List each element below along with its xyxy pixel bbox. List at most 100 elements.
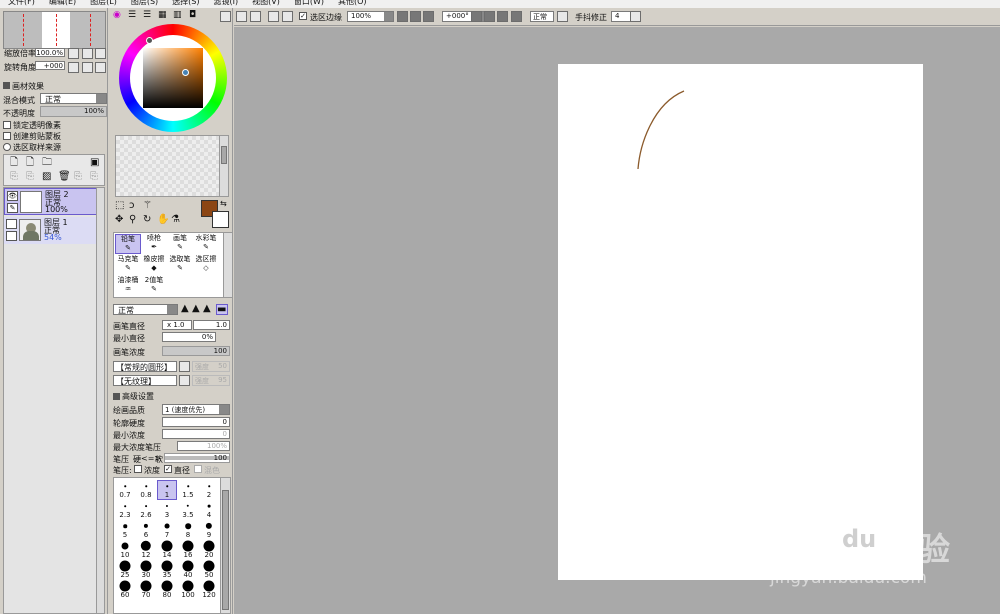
move-icon[interactable]: ✥ bbox=[115, 215, 123, 225]
canvas-blend-select[interactable]: 正常 bbox=[530, 11, 554, 22]
deselect-button[interactable] bbox=[236, 11, 247, 22]
pressure-blend-checkbox[interactable] bbox=[194, 465, 202, 473]
select-edge-checkbox[interactable]: ✓ bbox=[299, 12, 307, 20]
min-size-field[interactable]: 0% bbox=[162, 332, 216, 342]
scratchpad[interactable] bbox=[115, 135, 229, 197]
canvas-blend-dropdown[interactable] bbox=[557, 11, 568, 22]
layer-row[interactable]: 👁 ✎ 图层 2 正常 100% bbox=[4, 188, 97, 215]
menu-item[interactable]: 其他(O) bbox=[338, 0, 367, 7]
tip-medium-icon[interactable]: ▲ bbox=[192, 304, 200, 314]
rect-select-icon[interactable]: ⬚ bbox=[115, 201, 124, 211]
menu-item[interactable]: 窗口(W) bbox=[294, 0, 324, 7]
swap-colors-icon[interactable]: ⇆ bbox=[220, 199, 227, 209]
tool-airbrush[interactable]: 喷枪 ✒ bbox=[141, 234, 167, 254]
zoom-reset-button[interactable] bbox=[95, 48, 106, 59]
tool-binary-pen[interactable]: 2值笔 ✎ bbox=[141, 276, 167, 296]
color-wheel-tab-icon[interactable]: ◉ bbox=[113, 10, 121, 20]
tool-marker[interactable]: 马克笔 ✎ bbox=[115, 255, 141, 275]
menu-item[interactable]: 编辑(E) bbox=[49, 0, 76, 7]
visibility-checkbox[interactable] bbox=[6, 219, 17, 229]
delete-layer-icon[interactable]: 🗑 bbox=[58, 172, 71, 182]
zoom-in-button[interactable] bbox=[82, 48, 93, 59]
scratchpad-scroll-thumb[interactable] bbox=[221, 146, 227, 164]
saturation-value-square[interactable] bbox=[143, 48, 203, 108]
tool-select-eraser[interactable]: 选区擦 ◇ bbox=[193, 255, 219, 275]
zoom-fit-button[interactable] bbox=[423, 11, 434, 22]
stabilizer-dropdown[interactable] bbox=[630, 11, 641, 22]
tool-grid-scrollbar[interactable] bbox=[223, 233, 232, 297]
hand-tool-icon[interactable]: ✋ bbox=[157, 215, 169, 225]
new-folder-icon[interactable]: 🗀 bbox=[42, 158, 52, 168]
size-grid-scroll-thumb[interactable] bbox=[222, 490, 229, 610]
color-wheel[interactable] bbox=[119, 24, 227, 132]
scratchpad-scrollbar[interactable] bbox=[219, 136, 228, 196]
pencil-icon[interactable]: ✎ bbox=[7, 203, 18, 213]
layer-list-scrollbar[interactable] bbox=[96, 188, 104, 613]
layer-row[interactable]: 图层 1 正常 54% bbox=[4, 217, 97, 244]
swatch-tab-icon[interactable]: ▥ bbox=[173, 10, 182, 20]
lock-checkbox[interactable] bbox=[6, 231, 17, 241]
brush-size-mult[interactable]: x 1.0 bbox=[162, 320, 192, 330]
tool-eraser[interactable]: 橡皮擦 ◆ bbox=[141, 255, 167, 275]
eyedropper-icon[interactable]: ⚗ bbox=[171, 215, 180, 225]
advanced-collapse-icon[interactable] bbox=[113, 393, 120, 400]
lasso-icon[interactable]: ↄ bbox=[129, 201, 135, 211]
rotate-field[interactable]: +000 bbox=[35, 61, 65, 70]
density-slider[interactable]: 100 bbox=[162, 346, 230, 356]
pressure-slider[interactable]: 100 bbox=[164, 453, 230, 463]
brush-mode-select[interactable]: 正常 bbox=[113, 304, 178, 315]
menu-item[interactable]: 文件(F) bbox=[8, 0, 35, 7]
opacity-slider[interactable]: 100% bbox=[40, 106, 107, 117]
select-source-radio[interactable] bbox=[3, 143, 11, 151]
close-panel-button[interactable] bbox=[220, 11, 231, 22]
rotate-reset-button[interactable] bbox=[95, 62, 106, 73]
copy-layer-icon[interactable]: ⎘ bbox=[90, 172, 98, 182]
zoom-tool-icon[interactable]: ⚲ bbox=[129, 215, 136, 225]
rotate-cw-button[interactable] bbox=[484, 11, 495, 22]
transfer-icon[interactable]: ⎘ bbox=[74, 172, 82, 182]
menu-item[interactable]: 选择(S) bbox=[172, 0, 199, 7]
merge-down-icon[interactable]: ⎘ bbox=[10, 172, 18, 182]
new-vector-layer-icon[interactable]: 🗋 bbox=[26, 158, 34, 168]
brush-size-field[interactable]: 1.0 bbox=[193, 320, 230, 330]
shape-strength-field[interactable]: 强度 50 bbox=[192, 361, 230, 372]
texture-strength-field[interactable]: 强度 95 bbox=[192, 375, 230, 386]
max-pressure-field[interactable]: 100% bbox=[177, 441, 230, 451]
lock-transparency-checkbox[interactable] bbox=[3, 121, 11, 129]
invert-selection-button[interactable] bbox=[250, 11, 261, 22]
tool-pencil[interactable]: 铅笔 ✎ bbox=[115, 234, 141, 254]
menu-item[interactable]: 滤镜(I) bbox=[214, 0, 239, 7]
scratchpad-tab-icon[interactable]: ◘ bbox=[189, 10, 196, 20]
min-density-field[interactable]: 0 bbox=[162, 429, 230, 439]
tool-watercolor[interactable]: 水彩笔 ✎ bbox=[193, 234, 219, 254]
tip-hard-icon[interactable]: ▲ bbox=[181, 304, 189, 314]
tool-select-pen[interactable]: 选取笔 ✎ bbox=[167, 255, 193, 275]
rgb-slider-tab-icon[interactable]: ☰ bbox=[128, 10, 136, 20]
brush-shape-select[interactable]: 【常规的圆形】 bbox=[113, 361, 177, 372]
rotate-right-button[interactable] bbox=[82, 62, 93, 73]
select-all-button[interactable] bbox=[268, 11, 279, 22]
rotate-left-button[interactable] bbox=[68, 62, 79, 73]
rotate-ccw-button[interactable] bbox=[471, 11, 482, 22]
collapse-icon[interactable] bbox=[3, 82, 10, 89]
blend-mode-select[interactable]: 正常 bbox=[40, 93, 107, 104]
merge-icon[interactable]: ⎘ bbox=[26, 172, 34, 182]
mixer-tab-icon[interactable]: ▦ bbox=[158, 10, 167, 20]
navigator-preview[interactable] bbox=[3, 11, 106, 49]
size-grid-scrollbar[interactable] bbox=[220, 478, 230, 613]
magic-wand-icon[interactable]: ⚚ bbox=[143, 201, 152, 211]
tip-soft-icon[interactable]: ▲ bbox=[203, 304, 211, 314]
menu-item[interactable]: 图层(S) bbox=[131, 0, 158, 7]
rotate-reset-top-button[interactable] bbox=[497, 11, 508, 22]
zoom-select[interactable]: 100% bbox=[347, 11, 394, 22]
edge-field[interactable]: 0 bbox=[162, 417, 230, 427]
pressure-density-checkbox[interactable] bbox=[134, 465, 142, 473]
crop-button[interactable] bbox=[282, 11, 293, 22]
pressure-size-checkbox[interactable]: ✓ bbox=[164, 465, 172, 473]
texture-dropdown[interactable] bbox=[179, 375, 190, 386]
texture-select[interactable]: 【无纹理】 bbox=[113, 375, 177, 386]
layer-settings-icon[interactable]: ▣ bbox=[90, 158, 99, 168]
zoom-minus-button[interactable] bbox=[397, 11, 408, 22]
tool-bucket[interactable]: 油漆桶 ♒ bbox=[115, 276, 141, 296]
eye-icon[interactable]: 👁 bbox=[7, 191, 18, 201]
